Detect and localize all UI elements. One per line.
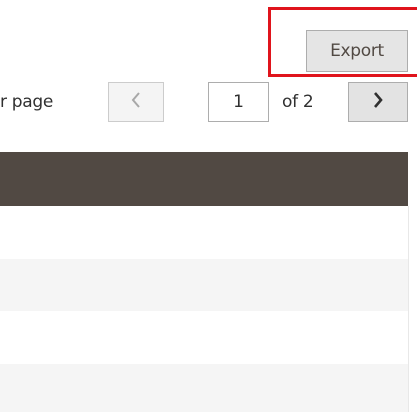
table-row[interactable] [0, 312, 408, 364]
table-header [0, 152, 408, 206]
table-edge [408, 206, 409, 412]
chevron-right-icon [372, 91, 384, 113]
total-pages-label: of 2 [282, 92, 314, 112]
export-button[interactable]: Export [306, 30, 408, 72]
chevron-left-icon [130, 91, 142, 113]
current-page-input[interactable] [208, 82, 269, 122]
previous-page-button[interactable] [108, 82, 164, 122]
per-page-label: r page [0, 92, 54, 112]
table-row[interactable] [0, 259, 408, 311]
next-page-button[interactable] [348, 82, 408, 122]
table-row[interactable] [0, 206, 408, 258]
table-row[interactable] [0, 364, 408, 412]
